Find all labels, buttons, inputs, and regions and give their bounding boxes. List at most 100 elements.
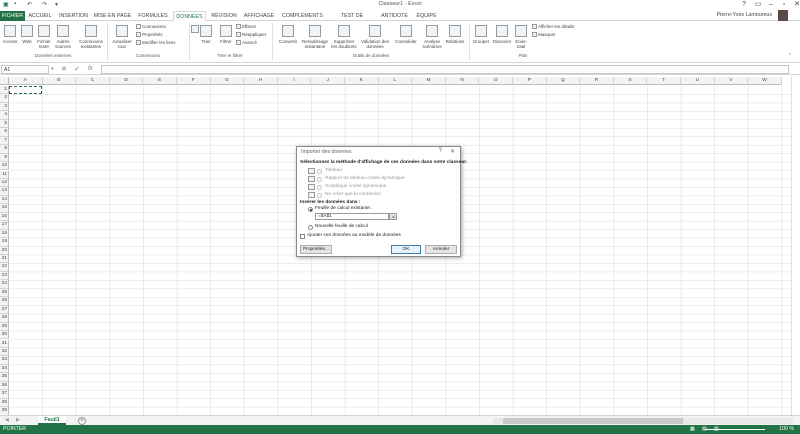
collapse-dialog-icon[interactable]: ⇲ bbox=[389, 213, 397, 220]
vertical-scrollbar[interactable] bbox=[791, 77, 800, 415]
column-header-t[interactable]: T bbox=[647, 77, 681, 85]
column-header-p[interactable]: P bbox=[513, 77, 547, 85]
column-header-m[interactable]: M bbox=[412, 77, 446, 85]
column-header-b[interactable]: B bbox=[42, 77, 77, 85]
column-header-s[interactable]: S bbox=[613, 77, 648, 85]
row-header-8[interactable]: 8 bbox=[0, 145, 9, 154]
row-header-25[interactable]: 25 bbox=[0, 288, 9, 298]
show-detail-button[interactable]: Afficher les détails bbox=[532, 24, 574, 30]
consolidate-button[interactable]: Consolider bbox=[392, 25, 420, 44]
from-text-button[interactable]: Fichier texte bbox=[35, 25, 53, 49]
formula-input[interactable] bbox=[101, 65, 789, 74]
row-header-14[interactable]: 14 bbox=[0, 195, 9, 205]
column-header-a[interactable]: A bbox=[9, 77, 43, 85]
what-if-analysis-button[interactable]: Analyse scénarios bbox=[420, 25, 444, 49]
row-header-27[interactable]: 27 bbox=[0, 305, 9, 315]
row-header-4[interactable]: 4 bbox=[0, 111, 9, 120]
dialog-help-icon[interactable]: ? bbox=[439, 148, 442, 154]
collapse-ribbon-icon[interactable]: ^ bbox=[789, 52, 791, 58]
tab-page-layout[interactable]: MISE EN PAGE bbox=[93, 11, 132, 21]
row-header-36[interactable]: 36 bbox=[0, 381, 9, 391]
row-header-21[interactable]: 21 bbox=[0, 255, 9, 264]
tab-addins[interactable]: COMPLÉMENTS bbox=[279, 11, 326, 21]
text-to-columns-button[interactable]: Convertir bbox=[276, 25, 300, 44]
reapply-filter-button[interactable]: Réappliquer bbox=[236, 32, 266, 38]
row-header-29[interactable]: 29 bbox=[0, 322, 9, 332]
radio-new-sheet[interactable] bbox=[308, 225, 313, 230]
row-header-13[interactable]: 13 bbox=[0, 187, 9, 196]
sheet-tab-feuil1[interactable]: Feuil1 bbox=[38, 416, 66, 425]
hide-detail-button[interactable]: Masquer bbox=[532, 32, 556, 38]
column-header-u[interactable]: U bbox=[681, 77, 715, 85]
subtotal-button[interactable]: Sous-total bbox=[513, 25, 529, 49]
radio-pivot-table[interactable] bbox=[317, 177, 322, 182]
row-header-35[interactable]: 35 bbox=[0, 373, 9, 382]
connections-small-button[interactable]: Connexions bbox=[136, 24, 166, 30]
row-header-37[interactable]: 37 bbox=[0, 390, 9, 399]
row-header-32[interactable]: 32 bbox=[0, 347, 9, 357]
tab-load-test[interactable]: TEST DE CHARGE bbox=[329, 11, 375, 29]
column-header-r[interactable]: R bbox=[580, 77, 614, 85]
row-header-7[interactable]: 7 bbox=[0, 136, 9, 146]
row-header-26[interactable]: 26 bbox=[0, 297, 9, 306]
enter-entry-icon[interactable]: ✓ bbox=[74, 65, 80, 74]
row-header-39[interactable]: 39 bbox=[0, 407, 9, 415]
normal-view-icon[interactable]: ▦ bbox=[690, 425, 695, 434]
column-header-k[interactable]: K bbox=[345, 77, 379, 85]
data-validation-button[interactable]: Validation des données bbox=[358, 25, 392, 49]
column-header-f[interactable]: F bbox=[177, 77, 211, 85]
column-header-d[interactable]: D bbox=[109, 77, 144, 85]
column-header-w[interactable]: W bbox=[748, 77, 782, 85]
group-button[interactable]: Grouper bbox=[471, 25, 491, 44]
row-header-9[interactable]: 9 bbox=[0, 153, 9, 163]
flash-fill-button[interactable]: Remplissage instantané bbox=[300, 25, 330, 49]
row-header-38[interactable]: 38 bbox=[0, 398, 9, 408]
add-sheet-icon[interactable]: + bbox=[78, 417, 86, 425]
zoom-slider[interactable] bbox=[705, 429, 765, 430]
zoom-level[interactable]: 100 % bbox=[779, 425, 794, 434]
radio-table[interactable] bbox=[317, 169, 322, 174]
name-box-dropdown-icon[interactable]: ▾ bbox=[51, 65, 54, 74]
row-header-19[interactable]: 19 bbox=[0, 238, 9, 247]
row-header-10[interactable]: 10 bbox=[0, 162, 9, 171]
row-header-30[interactable]: 30 bbox=[0, 331, 9, 340]
column-header-o[interactable]: O bbox=[479, 77, 513, 85]
column-header-e[interactable]: E bbox=[143, 77, 177, 85]
row-header-18[interactable]: 18 bbox=[0, 229, 9, 239]
radio-pivot-chart[interactable] bbox=[317, 185, 322, 190]
dialog-close-icon[interactable]: ✕ bbox=[450, 148, 455, 155]
from-access-button[interactable]: Access bbox=[1, 25, 19, 44]
select-all-corner[interactable] bbox=[0, 77, 9, 85]
user-name[interactable]: Pierre-Yves Lamoureux bbox=[717, 12, 772, 18]
row-header-1[interactable]: 1 bbox=[0, 86, 9, 95]
tab-antidote[interactable]: ANTIDOTE bbox=[378, 11, 411, 21]
row-header-17[interactable]: 17 bbox=[0, 221, 9, 230]
row-header-20[interactable]: 20 bbox=[0, 246, 9, 255]
row-header-31[interactable]: 31 bbox=[0, 339, 9, 348]
tab-review[interactable]: RÉVISION bbox=[208, 11, 240, 21]
properties-small-button[interactable]: Propriétés bbox=[136, 32, 163, 38]
avatar[interactable] bbox=[778, 10, 788, 21]
edit-links-button[interactable]: Modifier les liens bbox=[136, 40, 176, 46]
row-header-15[interactable]: 15 bbox=[0, 204, 9, 213]
tab-view[interactable]: AFFICHAGE bbox=[242, 11, 276, 21]
radio-connection-only[interactable] bbox=[317, 193, 322, 198]
row-header-6[interactable]: 6 bbox=[0, 128, 9, 137]
refresh-all-button[interactable]: Actualiser tout bbox=[110, 25, 134, 49]
row-header-33[interactable]: 33 bbox=[0, 356, 9, 365]
ok-button[interactable]: OK bbox=[391, 245, 421, 254]
row-header-34[interactable]: 34 bbox=[0, 364, 9, 374]
advanced-filter-button[interactable]: Avancé bbox=[236, 40, 257, 46]
row-header-23[interactable]: 23 bbox=[0, 271, 9, 281]
horizontal-scroll-thumb[interactable] bbox=[503, 418, 683, 424]
row-header-24[interactable]: 24 bbox=[0, 280, 9, 289]
column-header-h[interactable]: H bbox=[244, 77, 278, 85]
prev-sheet-icon[interactable]: ◀ bbox=[5, 417, 9, 423]
filter-button[interactable]: Filtrer bbox=[217, 25, 235, 44]
column-header-i[interactable]: I bbox=[277, 77, 312, 85]
ungroup-button[interactable]: Dissocier bbox=[491, 25, 513, 44]
next-sheet-icon[interactable]: ▶ bbox=[16, 417, 20, 423]
column-header-j[interactable]: J bbox=[311, 77, 345, 85]
tab-insert[interactable]: INSERTION bbox=[57, 11, 90, 21]
tab-team[interactable]: ÉQUIPE bbox=[413, 11, 440, 21]
